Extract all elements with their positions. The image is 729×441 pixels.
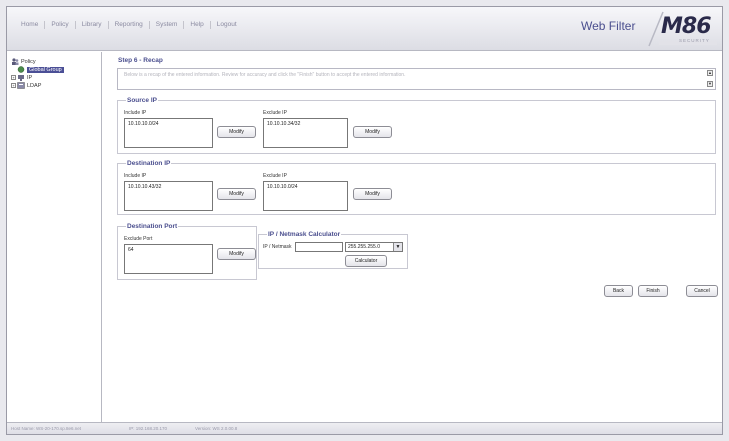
menu-item-system[interactable]: System <box>150 21 185 29</box>
ip-address-input[interactable] <box>295 242 343 252</box>
exclude-port-list[interactable]: 64 <box>124 244 213 274</box>
section-title: Destination Port <box>126 223 179 230</box>
tree-node-policy[interactable]: Policy <box>11 58 36 65</box>
product-title: Web Filter <box>581 19 636 33</box>
exclude-ip-list[interactable]: 10.10.10.34/32 <box>263 118 348 148</box>
menu-item-logout[interactable]: Logout <box>211 21 243 29</box>
top-header: Home Policy Library Reporting System Hel… <box>7 7 722 51</box>
directory-icon <box>17 82 25 89</box>
modify-exclude-ip-button[interactable]: Modify <box>353 188 392 200</box>
ip-netmask-label: IP / Netmask <box>263 244 292 250</box>
netmask-value: 255.255.255.0 <box>348 244 380 250</box>
section-title: Source IP <box>126 97 158 104</box>
globe-icon <box>17 66 25 73</box>
destination-ip-section: Destination IP Include IP 10.10.10.43/32… <box>117 160 716 215</box>
expand-icon[interactable]: + <box>11 83 16 88</box>
tree-node-label: Policy <box>21 58 36 65</box>
exclude-ip-label: Exclude IP <box>263 173 287 179</box>
exclude-port-label: Exclude Port <box>124 236 153 242</box>
dropdown-arrow-icon[interactable]: ▼ <box>393 243 402 251</box>
scroll-down-icon[interactable]: ▼ <box>707 81 713 87</box>
tree-node-ip[interactable]: + IP <box>11 74 32 81</box>
logo-sub-text: SECURITY <box>679 38 710 43</box>
expand-icon[interactable]: + <box>11 75 16 80</box>
tree-node-ldap[interactable]: + LDAP <box>11 82 41 89</box>
tree-node-label: IP <box>27 74 33 81</box>
brand-logo: M86 SECURITY <box>645 11 719 47</box>
tree-node-global-group[interactable]: Global Group <box>17 66 64 73</box>
section-title: IP / Netmask Calculator <box>267 231 342 238</box>
modify-include-ip-button[interactable]: Modify <box>217 126 256 138</box>
destination-port-section: Destination Port Exclude Port 64 Modify <box>117 223 257 280</box>
status-ip: IP: 192.168.20.170 <box>129 426 168 431</box>
network-icon <box>17 74 25 81</box>
tree-node-label: LDAP <box>27 82 42 89</box>
finish-button[interactable]: Finish <box>638 285 668 297</box>
users-icon <box>11 58 19 65</box>
content-panel: Step 6 - Recap Below is a recap of the e… <box>103 52 722 422</box>
policy-tree: Policy Global Group + IP + LDAP <box>7 52 102 422</box>
status-bar: Host Name: WS-20-170.sp.8e6.net IP: 192.… <box>7 422 722 434</box>
exclude-ip-label: Exclude IP <box>263 110 287 116</box>
include-ip-list[interactable]: 10.10.10.0/24 <box>124 118 213 148</box>
include-ip-label: Include IP <box>124 110 147 116</box>
main-menu: Home Policy Library Reporting System Hel… <box>15 21 243 29</box>
tree-node-label: Global Group <box>27 66 64 73</box>
logo-main-text: M86 <box>661 14 712 39</box>
menu-item-reporting[interactable]: Reporting <box>109 21 150 29</box>
status-host-name: Host Name: WS-20-170.sp.8e6.net <box>11 426 82 431</box>
recap-message-box: Below is a recap of the entered informat… <box>117 68 716 90</box>
menu-item-help[interactable]: Help <box>184 21 211 29</box>
netmask-select[interactable]: 255.255.255.0 ▼ <box>345 242 403 252</box>
include-ip-label: Include IP <box>124 173 147 179</box>
status-version: Version: WS 2.0.00.8 <box>195 426 238 431</box>
menu-item-policy[interactable]: Policy <box>45 21 76 29</box>
back-button[interactable]: Back <box>604 285 633 297</box>
menu-item-home[interactable]: Home <box>15 21 46 29</box>
calculator-button[interactable]: Calculator <box>345 255 387 267</box>
cancel-button[interactable]: Cancel <box>686 285 718 297</box>
recap-text: Below is a recap of the entered informat… <box>124 72 406 78</box>
include-ip-list[interactable]: 10.10.10.43/32 <box>124 181 213 211</box>
app-window: Home Policy Library Reporting System Hel… <box>6 6 723 435</box>
modify-exclude-port-button[interactable]: Modify <box>217 248 256 260</box>
exclude-ip-list[interactable]: 10.10.10.0/24 <box>263 181 348 211</box>
modify-exclude-ip-button[interactable]: Modify <box>353 126 392 138</box>
section-title: Destination IP <box>126 160 172 167</box>
ip-netmask-calculator-section: IP / Netmask Calculator IP / Netmask 255… <box>258 231 408 269</box>
modify-include-ip-button[interactable]: Modify <box>217 188 256 200</box>
source-ip-section: Source IP Include IP 10.10.10.0/24 Modif… <box>117 97 716 154</box>
step-title: Step 6 - Recap <box>118 57 163 64</box>
menu-item-library[interactable]: Library <box>76 21 109 29</box>
scroll-up-icon[interactable]: ▲ <box>707 70 713 76</box>
